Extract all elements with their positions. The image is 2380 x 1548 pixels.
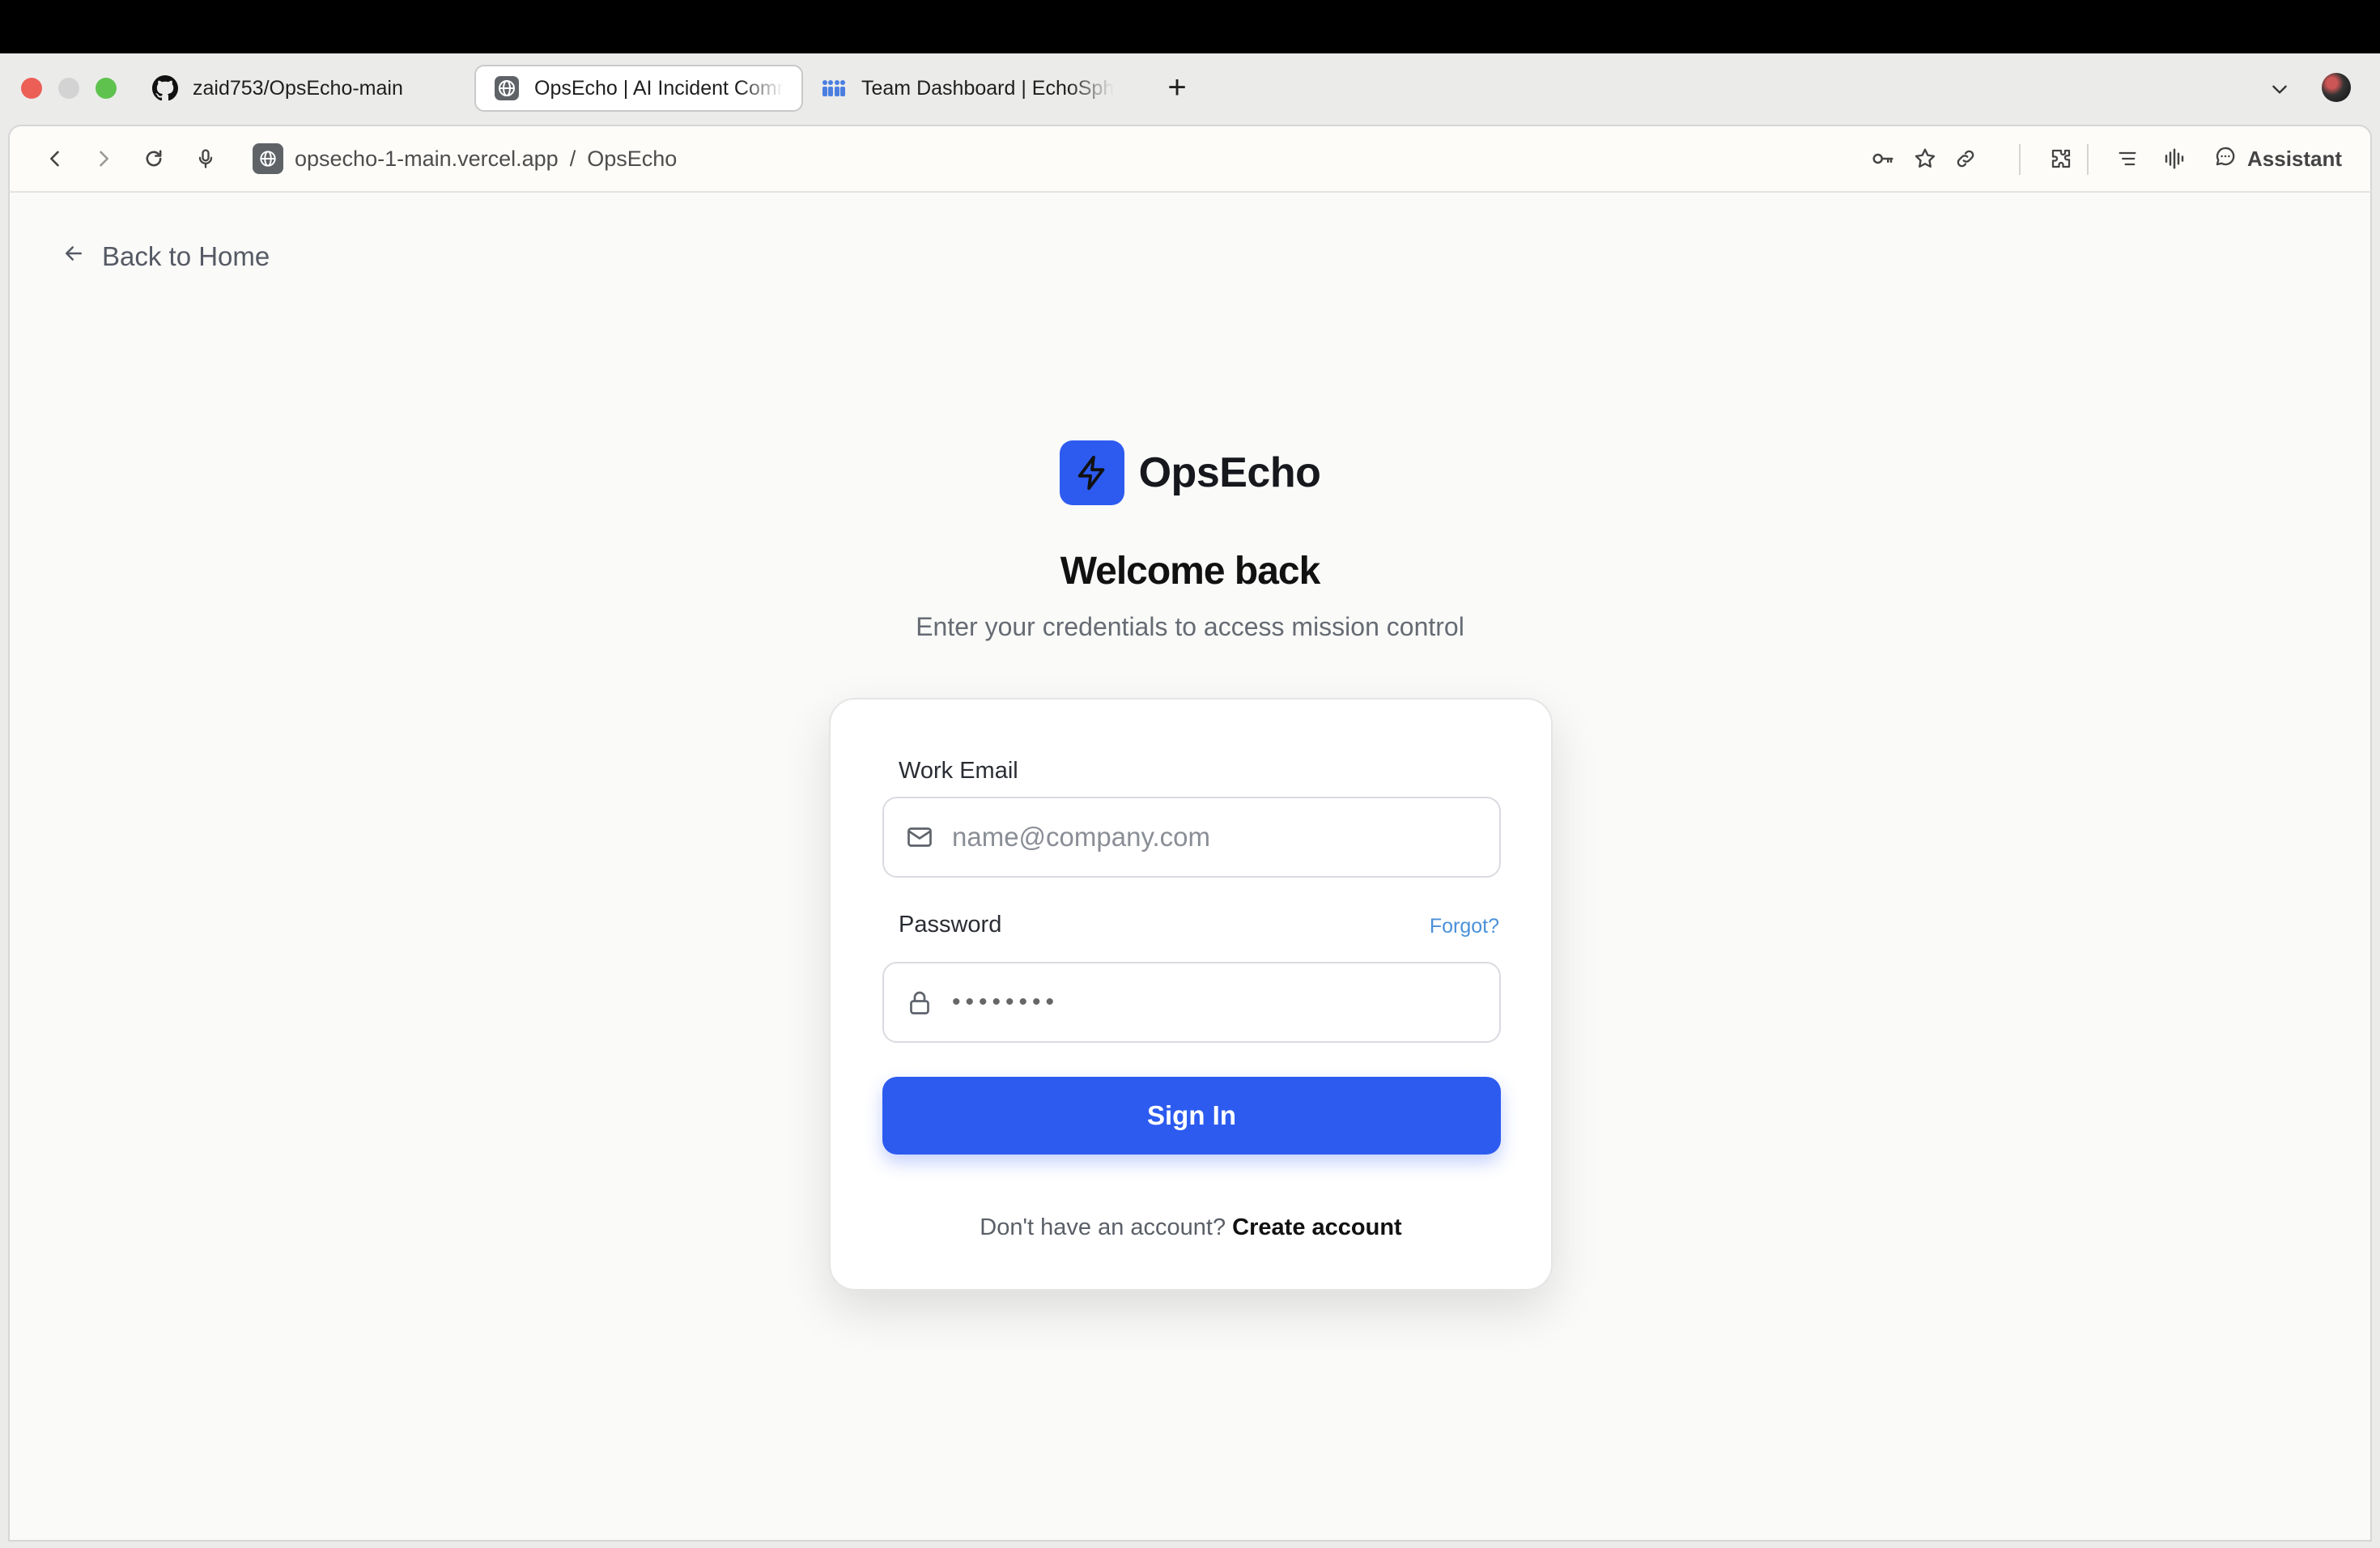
- password-label: Password: [899, 912, 1002, 938]
- tab-title: zaid753/OpsEcho-main: [193, 76, 403, 100]
- toolbar-divider: [2019, 144, 2021, 175]
- tab-github[interactable]: zaid753/OpsEcho-main: [134, 65, 458, 112]
- arrow-left-icon: [62, 241, 86, 272]
- system-top-bar: [0, 0, 2380, 53]
- key-icon[interactable]: [1867, 142, 1899, 175]
- address-bar[interactable]: opsecho-1-main.vercel.app / OpsEcho: [253, 141, 677, 176]
- extensions-puzzle-icon[interactable]: [2045, 142, 2077, 175]
- lock-icon: [903, 986, 936, 1019]
- signup-prompt: Don't have an account? Create account: [831, 1214, 1551, 1241]
- assistant-label: Assistant: [2247, 146, 2343, 171]
- close-window-button[interactable]: [21, 78, 42, 99]
- tab-team-dashboard[interactable]: Team Dashboard | EchoSphere: [803, 65, 1132, 112]
- assistant-button[interactable]: Assistant: [2213, 141, 2342, 176]
- lightning-bolt-icon: [1059, 440, 1124, 505]
- forward-arrow-icon[interactable]: [87, 142, 120, 175]
- link-icon[interactable]: [1949, 142, 1982, 175]
- page-subtitle: Enter your credentials to access mission…: [916, 612, 1464, 641]
- email-field[interactable]: [882, 797, 1501, 878]
- page-viewport: Back to Home OpsEcho Welcome back Enter …: [8, 191, 2372, 1542]
- microphone-icon[interactable]: [189, 142, 222, 175]
- browser-toolbar: opsecho-1-main.vercel.app / OpsEcho Assi…: [8, 125, 2372, 191]
- email-label: Work Email: [899, 758, 1018, 784]
- forgot-password-link[interactable]: Forgot?: [1430, 915, 1499, 938]
- url-separator: /: [569, 146, 576, 171]
- tab-opsecho[interactable]: OpsEcho | AI Incident Command: [474, 65, 803, 112]
- password-field[interactable]: ••••••••: [882, 962, 1501, 1043]
- toolbar-divider: [2087, 144, 2089, 175]
- chat-bubble-icon: [2213, 144, 2238, 174]
- login-card: Work Email Password Forgot? •••••••• Sig…: [829, 698, 1553, 1291]
- url-page-title: OpsEcho: [587, 146, 678, 171]
- mail-icon: [903, 821, 936, 853]
- no-account-text: Don't have an account?: [980, 1214, 1226, 1240]
- tab-title: OpsEcho | AI Incident Command: [534, 76, 784, 100]
- create-account-link[interactable]: Create account: [1232, 1214, 1402, 1240]
- email-input[interactable]: [952, 822, 1470, 853]
- profile-avatar[interactable]: [2322, 73, 2351, 102]
- tab-title: Team Dashboard | EchoSphere: [861, 76, 1114, 100]
- password-input[interactable]: ••••••••: [952, 989, 1059, 1016]
- site-info-globe-icon[interactable]: [253, 143, 283, 174]
- tab-list-chevron-down-icon[interactable]: [2263, 73, 2296, 105]
- url-domain: opsecho-1-main.vercel.app: [295, 146, 559, 171]
- reload-icon[interactable]: [138, 142, 170, 175]
- back-to-home-link[interactable]: Back to Home: [62, 241, 270, 272]
- maximize-window-button[interactable]: [96, 78, 117, 99]
- back-to-home-label: Back to Home: [102, 241, 270, 271]
- tab-strip: zaid753/OpsEcho-main OpsEcho | AI Incide…: [0, 53, 2380, 125]
- new-tab-button[interactable]: +: [1161, 71, 1193, 104]
- github-icon: [152, 75, 178, 101]
- reading-list-icon[interactable]: [2111, 142, 2144, 175]
- brand: OpsEcho: [10, 440, 2370, 505]
- team-icon: [821, 75, 847, 101]
- bookmark-star-icon[interactable]: [1909, 142, 1941, 175]
- minimize-window-button[interactable]: [58, 78, 79, 99]
- brand-name: OpsEcho: [1138, 449, 1321, 496]
- audio-waveform-icon[interactable]: [2158, 142, 2191, 175]
- browser-window: zaid753/OpsEcho-main OpsEcho | AI Incide…: [0, 53, 2380, 1548]
- page-title: Welcome back: [1060, 550, 1321, 593]
- sign-in-button[interactable]: Sign In: [882, 1077, 1501, 1155]
- back-arrow-icon[interactable]: [39, 142, 71, 175]
- globe-icon: [494, 75, 520, 101]
